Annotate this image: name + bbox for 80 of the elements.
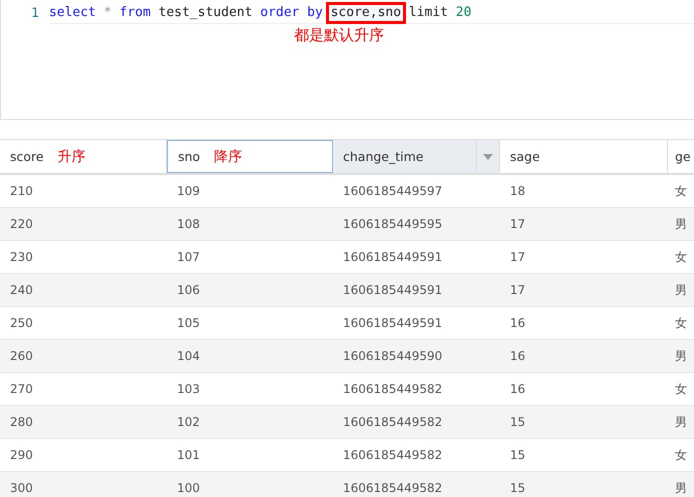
table-row[interactable]: 280 102 1606185449582 15 男 <box>0 406 694 439</box>
table-cell-text: 15 <box>509 480 526 497</box>
table-cell-text: 270 <box>9 381 34 398</box>
line-number: 1 <box>30 6 40 20</box>
table-cell-text: 16 <box>509 315 526 332</box>
table-cell-text: 100 <box>176 480 201 497</box>
table-cell-text: 1606185449591 <box>342 249 444 266</box>
column-header[interactable]: sno 降序 <box>167 140 333 173</box>
table-cell-text: 107 <box>176 249 201 266</box>
column-header[interactable]: change_time <box>333 140 500 173</box>
column-header[interactable]: score 升序 <box>0 140 167 173</box>
table-cell-text: 15 <box>509 447 526 464</box>
code-token: select <box>49 5 96 20</box>
table-cell-text: 16 <box>509 348 526 365</box>
code-token: * <box>104 5 112 20</box>
table-cell-text: 18 <box>509 183 526 200</box>
annotation-text: 升序 <box>58 148 86 166</box>
table-cell-text: 女 <box>674 248 688 266</box>
code-token: order <box>260 5 300 20</box>
table-cell-text: 101 <box>176 447 201 464</box>
annotation-text: 都是默认升序 <box>294 26 385 45</box>
table-cell-text: 1606185449595 <box>342 216 444 233</box>
table-cell-text: 104 <box>176 348 201 365</box>
table-cell-text: 260 <box>9 348 34 365</box>
table-cell-text: 1606185449597 <box>342 183 444 200</box>
table-cell-text: 17 <box>509 216 526 233</box>
table-row[interactable]: 220 108 1606185449595 17 男 <box>0 208 694 241</box>
code-token: from <box>119 5 151 20</box>
table-cell-text: 106 <box>176 282 201 299</box>
table-cell-text: 210 <box>9 183 34 200</box>
table-cell-text: 男 <box>674 216 688 232</box>
column-header[interactable]: sage <box>500 140 668 173</box>
code-token: by <box>307 5 323 20</box>
highlight-box: score,sno <box>326 2 406 24</box>
table-cell-text: 男 <box>674 348 688 364</box>
table-cell-text: 230 <box>9 249 34 266</box>
table-cell-text: 15 <box>509 414 526 431</box>
table-cell-text: 女 <box>674 182 688 200</box>
code-token: test_student <box>158 5 252 20</box>
table-cell-text: 17 <box>509 249 526 266</box>
table-cell-text: 105 <box>176 315 201 332</box>
table-cell-text: 17 <box>509 282 526 299</box>
table-row[interactable]: 260 104 1606185449590 16 男 <box>0 340 694 373</box>
table-cell-text: 女 <box>674 446 688 464</box>
table-cell-text: 16 <box>509 381 526 398</box>
sql-editor[interactable]: 1 select * from test_student order by score,sno limit 20 都是默认升序 <box>0 0 694 120</box>
column-header[interactable]: ge <box>668 140 694 173</box>
header-label: sage <box>510 149 540 164</box>
table-cell-text: 女 <box>674 314 688 332</box>
table-cell-text: 103 <box>176 381 201 398</box>
header-label: change_time <box>343 149 424 164</box>
table-row[interactable]: 240 106 1606185449591 17 男 <box>0 274 694 307</box>
table-cell-text: 1606185449591 <box>342 282 444 299</box>
annotation-text: 降序 <box>214 148 242 166</box>
code-token: 20 <box>456 5 472 20</box>
table-cell-text: 1606185449582 <box>342 414 444 431</box>
table-cell-text: 108 <box>176 216 201 233</box>
table-cell-text: 男 <box>674 414 688 430</box>
table-cell-text: 1606185449591 <box>342 315 444 332</box>
table-cell-text: 109 <box>176 183 201 200</box>
table-cell-text: 1606185449582 <box>342 480 444 497</box>
table-cell-text: 1606185449590 <box>342 348 444 365</box>
table-cell-text: 220 <box>9 216 34 233</box>
table-cell-text: 女 <box>674 380 688 398</box>
table-cell-text: 300 <box>9 480 34 497</box>
table-cell-text: 250 <box>9 315 34 332</box>
header-label: sno <box>178 149 200 164</box>
table-cell-text: 男 <box>674 282 688 298</box>
table-cell-text: 290 <box>9 447 34 464</box>
table-row[interactable]: 300 100 1606185449582 15 男 <box>0 472 694 497</box>
code-token: limit <box>408 5 448 20</box>
table-cell-text: 1606185449582 <box>342 381 444 398</box>
table-cell-text: 280 <box>9 414 34 431</box>
caret-icon <box>483 154 493 160</box>
table-cell-text: 1606185449582 <box>342 447 444 464</box>
header-label: ge <box>675 149 691 164</box>
table-cell-text: 男 <box>674 480 688 496</box>
header-label: score <box>10 149 44 164</box>
table-cell-text: 102 <box>176 414 201 431</box>
table-cell-text: 240 <box>9 282 34 299</box>
